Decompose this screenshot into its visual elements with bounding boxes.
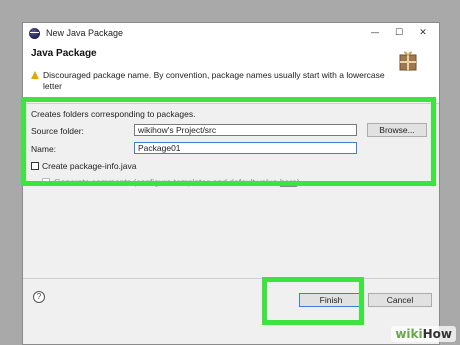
wikihow-watermark: wikiHow	[391, 326, 456, 342]
cancel-button[interactable]: Cancel	[368, 293, 432, 307]
help-icon[interactable]: ?	[33, 291, 45, 303]
generate-comments-suffix: )	[296, 177, 300, 187]
browse-button[interactable]: Browse...	[367, 123, 427, 137]
wizard-header: Java Package Discouraged package name. B…	[23, 43, 439, 104]
warning-text: Discouraged package name. By convention,…	[43, 70, 385, 91]
name-label: Name:	[31, 144, 57, 154]
form-area: Creates folders corresponding to package…	[23, 104, 439, 189]
maximize-button[interactable]: ☐	[387, 23, 411, 43]
footer-divider	[23, 278, 439, 279]
generate-comments-label: Generate comments (configure templates a…	[54, 177, 300, 187]
warning-message: Discouraged package name. By convention,…	[31, 70, 391, 92]
generate-comments-checkbox[interactable]	[42, 178, 50, 186]
finish-button[interactable]: Finish	[299, 293, 363, 307]
create-package-info-checkbox[interactable]	[31, 162, 39, 170]
minimize-button[interactable]: —	[363, 23, 387, 43]
new-java-package-dialog: New Java Package — ☐ ✕ Java Package Disc…	[22, 22, 440, 345]
close-button[interactable]: ✕	[411, 23, 435, 43]
window-controls: — ☐ ✕	[363, 23, 435, 43]
page-title: Java Package	[31, 48, 97, 59]
package-icon	[399, 51, 417, 71]
watermark-wiki: wiki	[395, 327, 423, 341]
generate-comments-text: Generate comments (configure templates a…	[54, 177, 280, 187]
name-input[interactable]: Package01	[134, 142, 357, 154]
info-text: Creates folders corresponding to package…	[31, 109, 196, 119]
source-folder-label: Source folder:	[31, 126, 84, 136]
create-package-info-label: Create package-info.java	[42, 161, 137, 171]
watermark-how: How	[422, 327, 452, 341]
warning-icon	[31, 71, 39, 79]
window-title: New Java Package	[46, 28, 124, 38]
source-folder-input[interactable]: wikihow's Project/src	[134, 124, 357, 136]
configure-templates-link[interactable]: here	[280, 177, 297, 187]
eclipse-icon	[29, 27, 40, 39]
title-bar: New Java Package — ☐ ✕	[23, 23, 439, 43]
